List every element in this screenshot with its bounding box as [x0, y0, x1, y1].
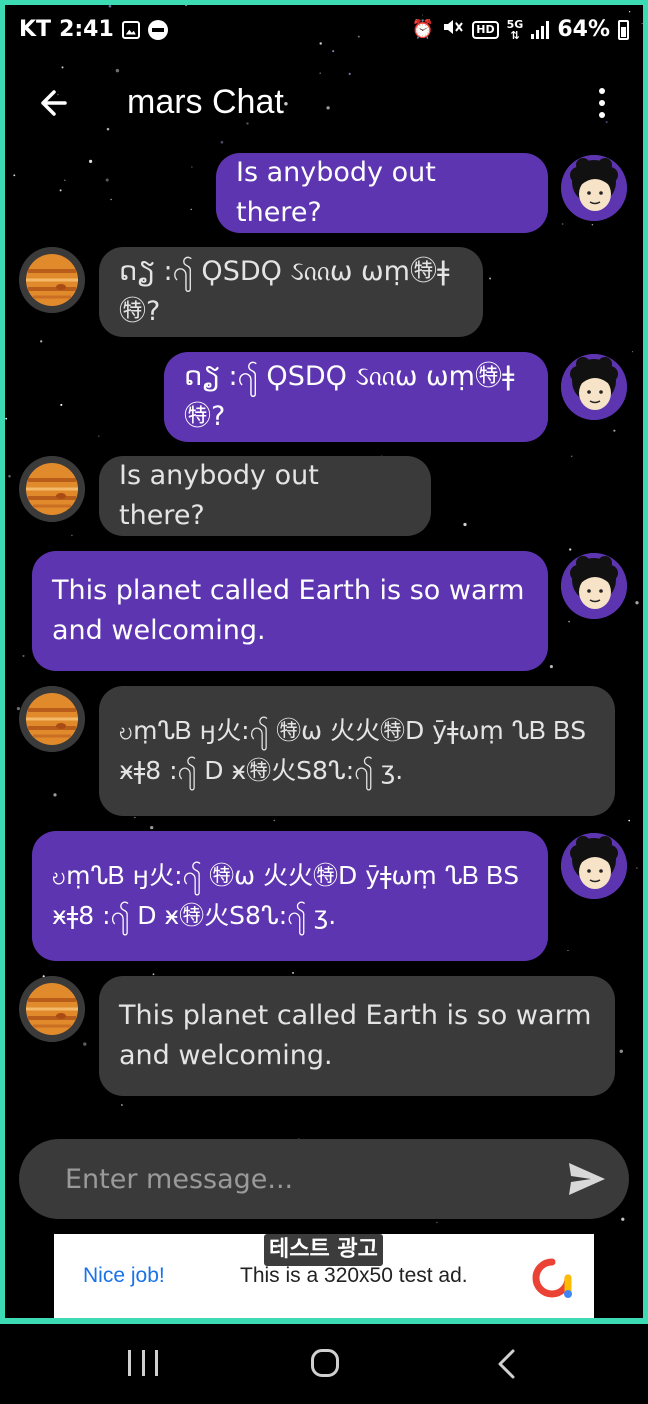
user-avatar[interactable] [561, 155, 627, 221]
star [292, 971, 294, 974]
star [632, 351, 634, 353]
received-message-bubble[interactable]: This planet called Earth is so warm and … [99, 976, 615, 1096]
star [60, 403, 63, 406]
star [621, 1217, 625, 1221]
user-avatar[interactable] [561, 354, 627, 420]
star [150, 825, 154, 830]
test-ad-tag: 테스트 광고 [264, 1234, 383, 1266]
received-message-bubble[interactable]: ဎṃᔐᏴ ӈ⽕꞉႟ ㊕ω ⽕⽕㊕D ȳǂωṃ ᔐᏴ ᏴS ӿǂ8 ꞉႟ D ӿ㊕… [99, 686, 615, 816]
battery-icon [618, 19, 629, 40]
star [570, 455, 573, 458]
star [71, 534, 73, 537]
star [40, 340, 43, 343]
ad-headline: Nice job! [83, 1264, 165, 1287]
star [628, 819, 631, 822]
star [8, 475, 11, 478]
message-text: ດຽ ꞉႟ ϘSDϘ ઽᦶω ωṃ㊕ǂ㊕? [119, 256, 450, 327]
message-composer [19, 1139, 629, 1219]
star [105, 178, 109, 182]
more-vertical-icon[interactable] [590, 83, 614, 123]
star [152, 973, 155, 976]
dnd-icon [147, 19, 168, 40]
star [190, 208, 192, 211]
message-text: This planet called Earth is so warm and … [52, 575, 525, 646]
star [64, 179, 66, 181]
hd-icon: HD [472, 20, 499, 39]
received-message-bubble[interactable]: ດຽ ꞉႟ ϘSDϘ ઽᦶω ωṃ㊕ǂ㊕? [99, 247, 483, 337]
system-nav-bar [0, 1324, 648, 1404]
message-text: Is anybody out there? [236, 157, 436, 228]
admob-logo-icon [530, 1256, 574, 1300]
message-text: This planet called Earth is so warm and … [119, 1000, 592, 1071]
gallery-icon [121, 20, 140, 39]
clock: 2:41 [59, 17, 114, 42]
star [191, 166, 193, 168]
sent-message-bubble[interactable]: ဎṃᔐᏴ ӈ⽕꞉႟ ㊕ω ⽕⽕㊕D ȳǂωṃ ᔐᏴ ᏴS ӿǂ8 ꞉႟ D ӿ㊕… [32, 831, 548, 961]
5g-icon: 5G ⇅ [506, 17, 524, 42]
star [83, 1042, 87, 1046]
alarm-icon: ⏰ [411, 19, 435, 40]
mars-avatar[interactable] [19, 976, 85, 1042]
send-icon[interactable] [567, 1161, 607, 1197]
received-message-bubble[interactable]: Is anybody out there? [99, 456, 431, 536]
star [110, 198, 112, 201]
star [619, 1049, 624, 1054]
signal-icon [531, 20, 550, 39]
star [436, 1221, 438, 1224]
star [463, 522, 467, 527]
message-text: Is anybody out there? [119, 460, 319, 531]
star [22, 654, 25, 658]
star [13, 174, 16, 177]
star [89, 159, 93, 163]
screen-frame: KT 2:41 ⏰ HD 5G ⇅ 64% mars Chat Is anybo… [0, 0, 648, 1324]
back-icon[interactable] [495, 1348, 519, 1380]
star [591, 223, 594, 226]
star [635, 601, 639, 605]
star [568, 620, 570, 623]
star [273, 819, 276, 822]
star [549, 665, 553, 669]
star [562, 223, 564, 225]
carrier-label: KT [19, 17, 52, 42]
star [121, 1104, 123, 1106]
star [569, 548, 572, 551]
arrow-left-icon[interactable] [35, 81, 75, 125]
status-bar: KT 2:41 ⏰ HD 5G ⇅ 64% [5, 5, 643, 61]
battery-percent: 64% [557, 17, 610, 42]
mute-icon [442, 17, 464, 42]
star [613, 429, 616, 432]
message-text: ဎṃᔐᏴ ӈ⽕꞉႟ ㊕ω ⽕⽕㊕D ȳǂωṃ ᔐᏴ ᏴS ӿǂ8 ꞉႟ D ӿ㊕… [52, 861, 520, 930]
star [134, 816, 136, 819]
sent-message-bubble[interactable]: Is anybody out there? [216, 153, 548, 233]
ad-banner[interactable]: Nice job! This is a 320x50 test ad. 테스트 … [54, 1234, 594, 1318]
mars-avatar[interactable] [19, 456, 85, 522]
user-avatar[interactable] [561, 553, 627, 619]
recents-icon[interactable] [128, 1350, 158, 1376]
star [5, 417, 8, 420]
star [636, 867, 638, 869]
sent-message-bubble[interactable]: This planet called Earth is so warm and … [32, 551, 548, 671]
star [489, 277, 492, 280]
app-bar: mars Chat [5, 63, 643, 143]
star [567, 950, 569, 952]
page-title: mars Chat [127, 83, 284, 121]
star [59, 189, 62, 192]
message-text: ဎṃᔐᏴ ӈ⽕꞉႟ ㊕ω ⽕⽕㊕D ȳǂωṃ ᔐᏴ ᏴS ӿǂ8 ꞉႟ D ӿ㊕… [119, 716, 587, 785]
user-avatar[interactable] [561, 833, 627, 899]
message-input[interactable] [65, 1159, 535, 1199]
home-icon[interactable] [311, 1349, 339, 1377]
mars-avatar[interactable] [19, 686, 85, 752]
message-text: ດຽ ꞉႟ ϘSDϘ ઽᦶω ωṃ㊕ǂ㊕? [184, 361, 515, 432]
ad-body-text: This is a 320x50 test ad. [240, 1264, 468, 1287]
star [53, 793, 57, 797]
star [98, 435, 100, 437]
mars-avatar[interactable] [19, 247, 85, 313]
sent-message-bubble[interactable]: ດຽ ꞉႟ ϘSDϘ ઽᦶω ωṃ㊕ǂ㊕? [164, 352, 548, 442]
